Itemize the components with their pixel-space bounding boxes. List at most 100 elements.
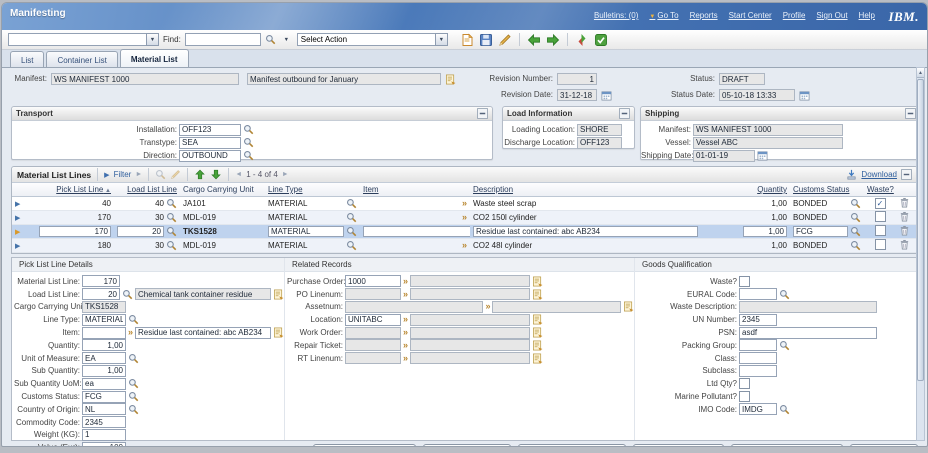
filter-link[interactable]: Filter <box>114 170 132 179</box>
page-next-icon[interactable]: ► <box>282 171 289 178</box>
repair-ticket-description-input[interactable] <box>410 339 530 351</box>
clear-changes-icon[interactable] <box>498 33 512 47</box>
direction-input[interactable] <box>179 150 241 162</box>
waste-checkbox[interactable]: ✓ <box>875 198 886 209</box>
lookup-icon[interactable] <box>779 404 790 415</box>
lookup-icon[interactable] <box>122 289 133 300</box>
col-load-list-line[interactable]: Load List Line <box>114 183 180 197</box>
load-list-line-input[interactable] <box>117 226 164 237</box>
line-type-input[interactable] <box>268 226 344 237</box>
lookup-icon[interactable] <box>166 240 177 251</box>
filter-clear-icon[interactable] <box>170 169 181 180</box>
quantity-input[interactable] <box>82 339 126 351</box>
rt-linenum-description-input[interactable] <box>410 352 530 364</box>
delete-row-icon[interactable] <box>899 197 910 208</box>
saved-query-input[interactable] <box>8 33 146 46</box>
lookup-icon[interactable] <box>779 340 790 351</box>
long-description-icon[interactable] <box>532 276 543 287</box>
location-description-input[interactable] <box>410 314 530 326</box>
from-rental-register-button[interactable]: From Rental Register <box>731 444 844 447</box>
col-pick-list-line[interactable]: Pick List Line ▲ <box>30 183 114 197</box>
filter-search-icon[interactable] <box>155 169 166 180</box>
waste-checkbox[interactable] <box>875 225 886 236</box>
loading-location-input[interactable] <box>577 124 622 136</box>
minimize-icon[interactable] <box>477 108 488 119</box>
edit-multiple-lines-button[interactable]: Edit Multiple Lines <box>313 444 416 447</box>
work-order-input[interactable] <box>345 327 401 339</box>
country-of-origin-input[interactable] <box>82 403 126 415</box>
select-action-caret-icon[interactable]: ▼ <box>435 33 448 46</box>
save-icon[interactable] <box>479 33 493 47</box>
revision-date-input[interactable] <box>557 89 597 101</box>
lookup-icon[interactable] <box>243 124 254 135</box>
weight-kg-input[interactable] <box>82 429 126 441</box>
next-row-icon[interactable] <box>210 169 222 180</box>
load-list-line-description-input[interactable] <box>135 288 271 300</box>
detail-menu-icon[interactable]: » <box>403 290 408 299</box>
lookup-icon[interactable] <box>128 353 139 364</box>
scrollbar-thumb[interactable] <box>917 79 924 381</box>
waste-checkbox[interactable] <box>739 276 750 287</box>
minimize-icon[interactable] <box>619 108 630 119</box>
line-type-input[interactable] <box>82 314 126 326</box>
col-item[interactable]: Item <box>360 183 470 197</box>
marine-pollutant-checkbox[interactable] <box>739 391 750 402</box>
saved-query-caret-icon[interactable]: ▼ <box>146 33 159 46</box>
customs-status-input[interactable] <box>82 391 126 403</box>
lookup-icon[interactable] <box>243 150 254 161</box>
vertical-scrollbar[interactable]: ▲ <box>916 67 925 441</box>
workflow-icon[interactable] <box>594 33 608 47</box>
find-input[interactable] <box>185 33 261 46</box>
download-icon[interactable] <box>846 169 857 180</box>
purchase-order-description-input[interactable] <box>410 275 530 287</box>
commodity-code-input[interactable] <box>82 416 126 428</box>
long-description-icon[interactable] <box>273 289 284 300</box>
detail-menu-icon[interactable]: » <box>403 277 408 286</box>
filter-caret-icon[interactable]: ► <box>135 171 142 178</box>
long-description-icon[interactable] <box>532 353 543 364</box>
location-input[interactable] <box>345 314 401 326</box>
change-status-icon[interactable] <box>575 33 589 47</box>
filter-expand-icon[interactable]: ▶ <box>104 171 109 179</box>
detail-menu-icon[interactable]: » <box>403 341 408 350</box>
waste-checkbox[interactable] <box>875 211 886 222</box>
material-list-line-input[interactable] <box>82 275 120 287</box>
header-link-bulletins-0[interactable]: Bulletins: (0) <box>594 11 638 20</box>
row-detail-arrow-icon[interactable]: ▶ <box>15 229 20 236</box>
po-linenum-input[interactable] <box>345 288 401 300</box>
lookup-icon[interactable] <box>128 391 139 402</box>
work-order-description-input[interactable] <box>410 327 530 339</box>
tab-material-list[interactable]: Material List <box>120 49 189 67</box>
delete-row-icon[interactable] <box>899 225 910 236</box>
waste-checkbox[interactable] <box>875 239 886 250</box>
previous-record-icon[interactable] <box>527 33 541 47</box>
lookup-icon[interactable] <box>128 314 139 325</box>
detail-menu-icon[interactable]: » <box>462 241 467 250</box>
col-line-type[interactable]: Line Type <box>265 183 360 197</box>
lookup-icon[interactable] <box>128 378 139 389</box>
delete-row-icon[interactable] <box>899 211 910 222</box>
col-description[interactable]: Description <box>470 183 738 197</box>
subclass-input[interactable] <box>739 365 777 377</box>
discharge-location-input[interactable] <box>577 137 622 149</box>
lookup-icon[interactable] <box>346 212 357 223</box>
packing-group-input[interactable] <box>739 339 777 351</box>
long-description-icon[interactable] <box>532 314 543 325</box>
calendar-icon[interactable] <box>799 90 810 101</box>
lookup-icon[interactable] <box>166 198 177 209</box>
purchase-order-input[interactable] <box>345 275 401 287</box>
detail-menu-icon[interactable]: » <box>462 213 467 222</box>
detail-menu-icon[interactable]: » <box>403 354 408 363</box>
item-description-input[interactable] <box>135 327 271 339</box>
unit-of-measure-input[interactable] <box>82 352 126 364</box>
detail-menu-icon[interactable]: » <box>403 315 408 324</box>
header-link-help[interactable]: Help <box>859 11 875 20</box>
header-link-reports[interactable]: Reports <box>690 11 718 20</box>
assetnum-description-input[interactable] <box>492 301 621 313</box>
header-link-sign-out[interactable]: Sign Out <box>816 11 847 20</box>
lookup-icon[interactable] <box>346 226 357 237</box>
col-customs-status[interactable]: Customs Status <box>790 183 864 197</box>
ltd-qty-checkbox[interactable] <box>739 378 750 389</box>
lookup-icon[interactable] <box>243 137 254 148</box>
cargo-carrying-unit-input[interactable] <box>82 301 126 313</box>
